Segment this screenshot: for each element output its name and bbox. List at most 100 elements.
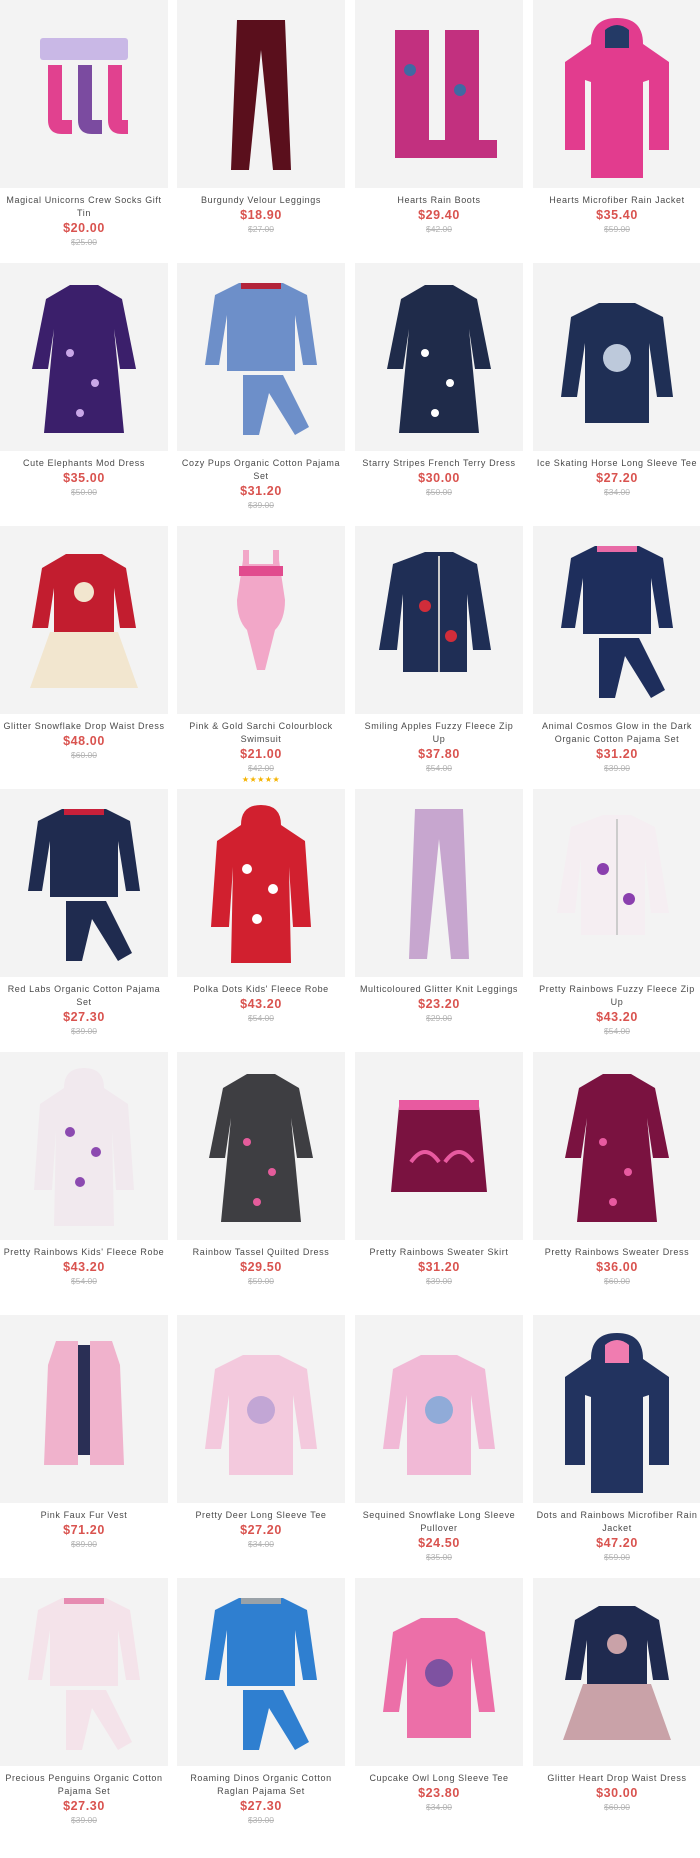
product-card[interactable]: Burgundy Velour Leggings $18.90 $27.00: [177, 0, 345, 235]
product-card[interactable]: Precious Penguins Organic Cotton Pajama …: [0, 1578, 168, 1826]
product-card[interactable]: Pretty Rainbows Sweater Dress $36.00 $60.0…: [533, 1052, 700, 1287]
product-image[interactable]: [177, 1315, 345, 1503]
rating-stars[interactable]: ★★★★★: [177, 774, 345, 786]
product-image[interactable]: [355, 263, 523, 451]
product-image[interactable]: [533, 263, 700, 451]
product-card[interactable]: Hearts Microfiber Rain Jacket $35.40 $59.0…: [533, 0, 700, 235]
product-image[interactable]: [177, 789, 345, 977]
product-original-price: $39.00: [71, 1026, 97, 1036]
product-info: Animal Cosmos Glow in the Dark Organic C…: [533, 714, 700, 774]
product-card[interactable]: Magical Unicorns Crew Socks Gift Tin $20.…: [0, 0, 168, 248]
product-card[interactable]: Cupcake Owl Long Sleeve Tee $23.80 $34.00: [355, 1578, 523, 1813]
product-info: Pink Faux Fur Vest $71.20 $89.00: [0, 1503, 168, 1550]
product-card[interactable]: Rainbow Tassel Quilted Dress $29.50 $59.00: [177, 1052, 345, 1287]
product-image[interactable]: [177, 1578, 345, 1766]
product-image[interactable]: [177, 526, 345, 714]
product-name[interactable]: Cupcake Owl Long Sleeve Tee: [355, 1772, 523, 1785]
product-name[interactable]: Cozy Pups Organic Cotton Pajama Set: [177, 457, 345, 483]
product-name[interactable]: Rainbow Tassel Quilted Dress: [177, 1246, 345, 1259]
product-card[interactable]: Polka Dots Kids' Fleece Robe $43.20 $54.00: [177, 789, 345, 1024]
product-image[interactable]: [533, 1578, 700, 1766]
product-image[interactable]: [0, 1052, 168, 1240]
product-name[interactable]: Multicoloured Glitter Knit Leggings: [355, 983, 523, 996]
product-name[interactable]: Burgundy Velour Leggings: [177, 194, 345, 207]
product-name[interactable]: Precious Penguins Organic Cotton Pajama …: [0, 1772, 168, 1798]
product-image[interactable]: [0, 1315, 168, 1503]
product-row: Glitter Snowflake Drop Waist Dress $48.00…: [0, 526, 700, 788]
product-name[interactable]: Polka Dots Kids' Fleece Robe: [177, 983, 345, 996]
product-card[interactable]: Pretty Rainbows Kids' Fleece Robe $43.20 $…: [0, 1052, 168, 1287]
product-name[interactable]: Cute Elephants Mod Dress: [0, 457, 168, 470]
product-card[interactable]: Pretty Rainbows Fuzzy Fleece Zip Up $43.2…: [533, 789, 700, 1037]
product-name[interactable]: Glitter Snowflake Drop Waist Dress: [0, 720, 168, 733]
product-card[interactable]: Pink & Gold Sarchi Colourblock Swimsuit $…: [177, 526, 345, 786]
product-card[interactable]: Roaming Dinos Organic Cotton Raglan Paja…: [177, 1578, 345, 1826]
product-image[interactable]: [533, 1052, 700, 1240]
product-original-price: $25.00: [71, 237, 97, 247]
product-card[interactable]: Smiling Apples Fuzzy Fleece Zip Up $37.80…: [355, 526, 523, 774]
product-card[interactable]: Animal Cosmos Glow in the Dark Organic C…: [533, 526, 700, 774]
product-card[interactable]: Glitter Snowflake Drop Waist Dress $48.00…: [0, 526, 168, 761]
product-image[interactable]: [177, 263, 345, 451]
product-name[interactable]: Ice Skating Horse Long Sleeve Tee: [533, 457, 700, 470]
product-name[interactable]: Starry Stripes French Terry Dress: [355, 457, 523, 470]
product-card[interactable]: Red Labs Organic Cotton Pajama Set $27.30…: [0, 789, 168, 1037]
product-image[interactable]: [355, 1315, 523, 1503]
product-image[interactable]: [0, 0, 168, 188]
product-card[interactable]: Sequined Snowflake Long Sleeve Pullover $…: [355, 1315, 523, 1563]
product-card[interactable]: Ice Skating Horse Long Sleeve Tee $27.20 $…: [533, 263, 700, 498]
product-image[interactable]: [533, 526, 700, 714]
product-image[interactable]: [533, 1315, 700, 1503]
product-image[interactable]: [355, 1578, 523, 1766]
product-price: $20.00: [63, 221, 105, 235]
product-name[interactable]: Magical Unicorns Crew Socks Gift Tin: [0, 194, 168, 220]
product-image[interactable]: [0, 1578, 168, 1766]
product-card[interactable]: Starry Stripes French Terry Dress $30.00 $…: [355, 263, 523, 498]
product-name[interactable]: Glitter Heart Drop Waist Dress: [533, 1772, 700, 1785]
product-name[interactable]: Pretty Rainbows Kids' Fleece Robe: [0, 1246, 168, 1259]
product-card[interactable]: Multicoloured Glitter Knit Leggings $23.2…: [355, 789, 523, 1024]
product-card[interactable]: Glitter Heart Drop Waist Dress $30.00 $60.…: [533, 1578, 700, 1813]
product-card[interactable]: Cute Elephants Mod Dress $35.00 $50.00: [0, 263, 168, 498]
product-card[interactable]: Dots and Rainbows Microfiber Rain Jacket…: [533, 1315, 700, 1563]
product-price: $27.30: [63, 1010, 105, 1024]
product-price: $18.90: [240, 208, 282, 222]
product-image[interactable]: [355, 0, 523, 188]
product-price: $27.20: [240, 1523, 282, 1537]
product-price: $27.30: [240, 1799, 282, 1813]
product-card[interactable]: Pink Faux Fur Vest $71.20 $89.00: [0, 1315, 168, 1550]
product-card[interactable]: Pretty Rainbows Sweater Skirt $31.20 $39.0…: [355, 1052, 523, 1287]
product-card[interactable]: Pretty Deer Long Sleeve Tee $27.20 $34.00: [177, 1315, 345, 1550]
product-name[interactable]: Sequined Snowflake Long Sleeve Pullover: [355, 1509, 523, 1535]
product-image[interactable]: [0, 789, 168, 977]
product-name[interactable]: Pretty Rainbows Sweater Dress: [533, 1246, 700, 1259]
product-name[interactable]: Roaming Dinos Organic Cotton Raglan Paja…: [177, 1772, 345, 1798]
product-name[interactable]: Hearts Rain Boots: [355, 194, 523, 207]
product-name[interactable]: Red Labs Organic Cotton Pajama Set: [0, 983, 168, 1009]
product-name[interactable]: Animal Cosmos Glow in the Dark Organic C…: [533, 720, 700, 746]
product-price: $71.20: [63, 1523, 105, 1537]
product-card[interactable]: Cozy Pups Organic Cotton Pajama Set $31.2…: [177, 263, 345, 511]
product-image[interactable]: [533, 789, 700, 977]
product-image[interactable]: [177, 1052, 345, 1240]
product-name[interactable]: Dots and Rainbows Microfiber Rain Jacket: [533, 1509, 700, 1535]
product-name[interactable]: Pink & Gold Sarchi Colourblock Swimsuit: [177, 720, 345, 746]
product-row: Pink Faux Fur Vest $71.20 $89.00 Pretty De…: [0, 1315, 700, 1577]
product-image[interactable]: [533, 0, 700, 188]
product-original-price: $59.00: [248, 1276, 274, 1286]
product-name[interactable]: Pretty Rainbows Fuzzy Fleece Zip Up: [533, 983, 700, 1009]
product-name[interactable]: Smiling Apples Fuzzy Fleece Zip Up: [355, 720, 523, 746]
product-name[interactable]: Hearts Microfiber Rain Jacket: [533, 194, 700, 207]
product-image[interactable]: [355, 789, 523, 977]
product-name[interactable]: Pretty Rainbows Sweater Skirt: [355, 1246, 523, 1259]
product-name[interactable]: Pink Faux Fur Vest: [0, 1509, 168, 1522]
product-card[interactable]: Hearts Rain Boots $29.40 $42.00: [355, 0, 523, 235]
product-image[interactable]: [355, 1052, 523, 1240]
product-image[interactable]: [177, 0, 345, 188]
product-image[interactable]: [0, 526, 168, 714]
product-price: $29.50: [240, 1260, 282, 1274]
product-illustration: [231, 20, 291, 170]
product-name[interactable]: Pretty Deer Long Sleeve Tee: [177, 1509, 345, 1522]
product-image[interactable]: [0, 263, 168, 451]
product-image[interactable]: [355, 526, 523, 714]
